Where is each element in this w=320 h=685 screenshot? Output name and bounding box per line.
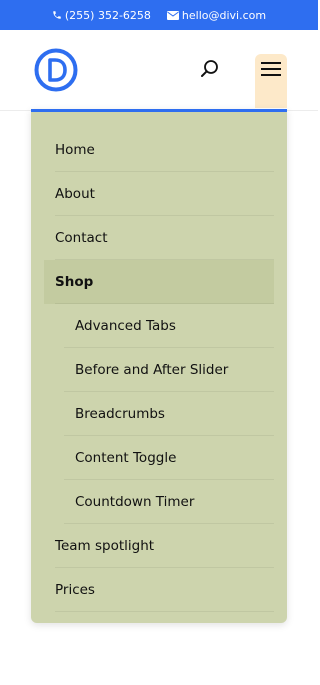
menu-list: Home About Contact Shop Advanced Tabs Be… [31,128,287,612]
site-header [0,30,318,111]
submenu-item-countdown-timer[interactable]: Countdown Timer [44,480,274,524]
email-address: hello@divi.com [181,8,267,22]
submenu-item-advanced-tabs[interactable]: Advanced Tabs [44,304,274,348]
menu-item-label: Before and After Slider [75,362,229,378]
menu-item-label: Breadcrumbs [75,406,165,422]
submenu-item-content-toggle[interactable]: Content Toggle [44,436,274,480]
search-icon[interactable] [199,58,221,80]
menu-item-home[interactable]: Home [44,128,274,172]
phone-link[interactable]: (255) 352-6258 [52,9,151,22]
menu-item-label: Home [55,142,95,158]
mobile-menu-dropdown: Home About Contact Shop Advanced Tabs Be… [31,109,287,623]
menu-item-label: Contact [55,230,108,246]
top-bar: (255) 352-6258 hello@divi.com [0,0,318,30]
menu-item-label: Content Toggle [75,450,177,466]
menu-item-contact[interactable]: Contact [44,216,274,260]
menu-item-label: Prices [55,582,95,598]
hamburger-icon [261,60,281,76]
menu-item-shop[interactable]: Shop [44,260,274,304]
menu-item-label: Countdown Timer [75,494,195,510]
submenu-item-breadcrumbs[interactable]: Breadcrumbs [44,392,274,436]
menu-item-label: Team spotlight [55,538,155,554]
submenu-item-before-after-slider[interactable]: Before and After Slider [44,348,274,392]
phone-icon [53,11,61,19]
menu-item-about[interactable]: About [44,172,274,216]
email-link[interactable]: hello@divi.com [166,8,267,22]
menu-item-label: About [55,186,95,202]
menu-item-prices[interactable]: Prices [44,568,274,612]
phone-number: (255) 352-6258 [64,8,151,22]
menu-toggle-button[interactable] [255,54,287,108]
divi-logo-icon[interactable] [34,48,78,92]
menu-item-team-spotlight[interactable]: Team spotlight [44,524,274,568]
menu-item-label: Advanced Tabs [75,318,176,334]
menu-item-label: Shop [55,274,94,290]
envelope-icon [166,10,179,20]
